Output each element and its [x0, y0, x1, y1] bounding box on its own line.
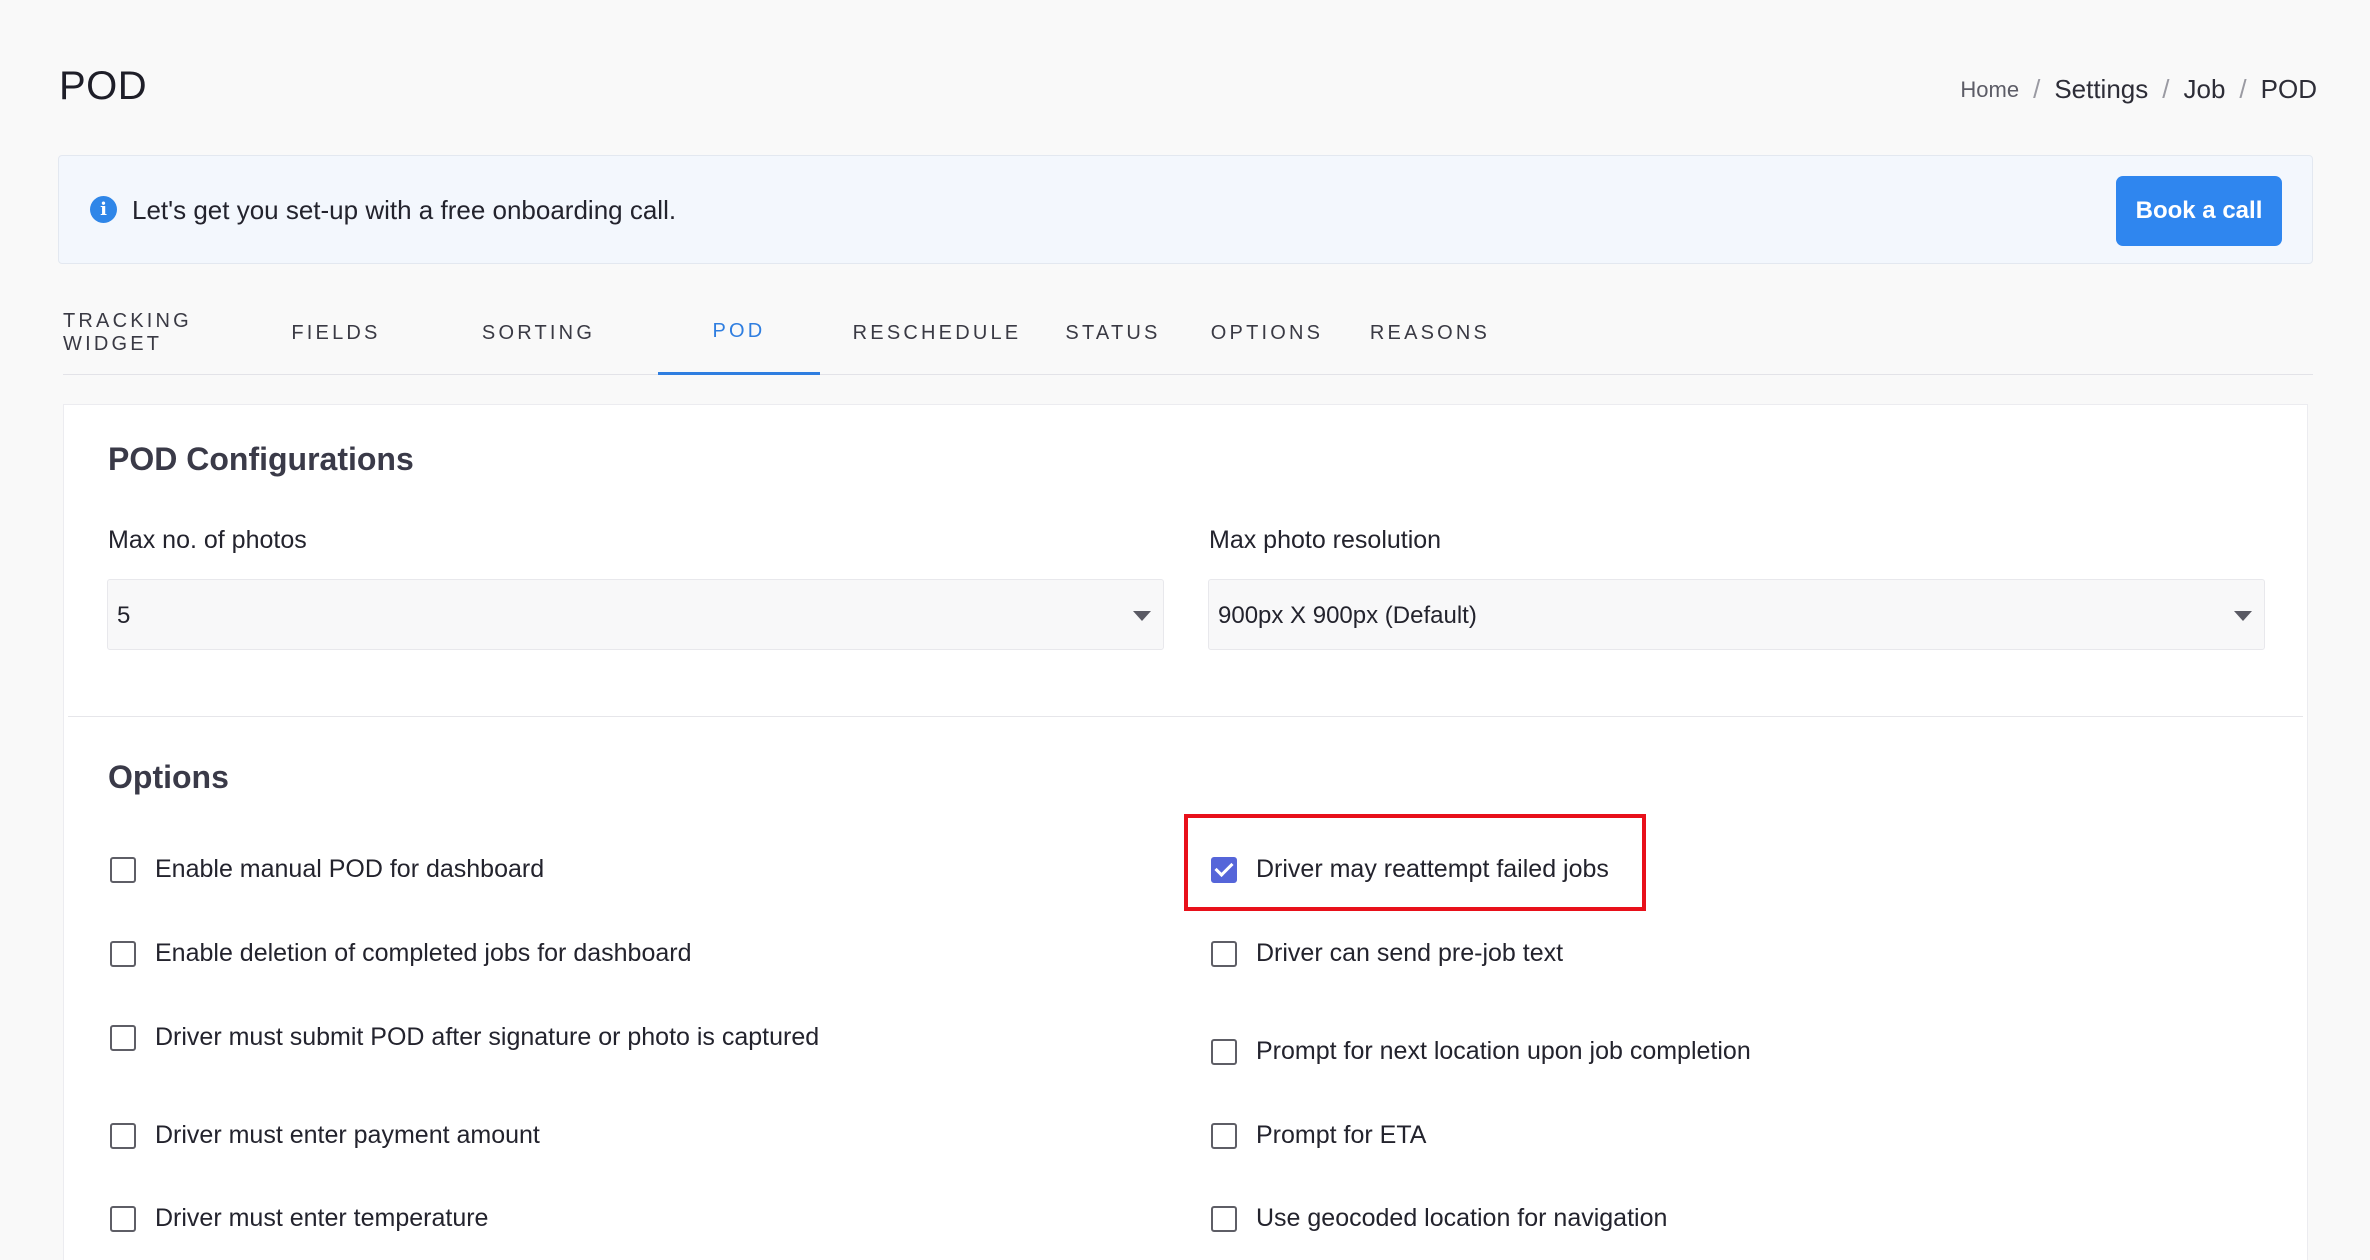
option-label: Driver must enter payment amount — [155, 1121, 540, 1149]
option-label: Prompt for ETA — [1256, 1121, 1427, 1149]
tab-reschedule[interactable]: RESCHEDULE — [844, 291, 1030, 375]
checkbox[interactable] — [1211, 1122, 1237, 1149]
option-label: Prompt for next location upon job comple… — [1256, 1037, 1751, 1065]
checkbox[interactable] — [110, 940, 136, 967]
tab-sorting[interactable]: SORTING — [466, 291, 611, 375]
breadcrumb-settings[interactable]: Settings — [2054, 74, 2148, 105]
checkbox[interactable] — [1211, 1205, 1237, 1232]
option-enable-deletion[interactable]: Enable deletion of completed jobs for da… — [110, 939, 691, 968]
tab-reasons[interactable]: REASONS — [1368, 291, 1492, 375]
section-divider — [68, 716, 2303, 717]
option-must-submit-pod[interactable]: Driver must submit POD after signature o… — [110, 1023, 819, 1052]
caret-down-icon — [1133, 611, 1151, 621]
tab-fields[interactable]: FIELDS — [275, 291, 397, 375]
breadcrumb-job[interactable]: Job — [2184, 74, 2226, 105]
checkbox[interactable] — [110, 856, 136, 883]
max-resolution-value: 900px X 900px (Default) — [1218, 602, 1477, 629]
option-geocoded-location[interactable]: Use geocoded location for navigation — [1211, 1204, 1667, 1233]
option-label: Use geocoded location for navigation — [1256, 1204, 1668, 1232]
book-a-call-button[interactable]: Book a call — [2116, 176, 2282, 246]
option-label: Driver must enter temperature — [155, 1204, 489, 1232]
option-enter-payment[interactable]: Driver must enter payment amount — [110, 1121, 540, 1150]
onboarding-banner: i Let's get you set-up with a free onboa… — [58, 155, 2313, 264]
page: POD Home / Settings / Job / POD i Let's … — [0, 0, 2370, 1260]
banner-text: Let's get you set-up with a free onboard… — [132, 195, 677, 225]
breadcrumb-separator: / — [2162, 74, 2170, 104]
breadcrumb: Home / Settings / Job / POD — [1960, 74, 2317, 105]
pod-configurations-title: POD Configurations — [108, 441, 414, 477]
highlight-box — [1184, 814, 1646, 911]
options-title: Options — [108, 759, 229, 795]
option-pre-job-text[interactable]: Driver can send pre-job text — [1211, 939, 1563, 968]
option-prompt-eta[interactable]: Prompt for ETA — [1211, 1121, 1426, 1150]
option-label: Driver must submit POD after signature o… — [155, 1023, 820, 1051]
max-photos-select[interactable]: 5 — [107, 579, 1164, 650]
breadcrumb-separator: / — [2239, 74, 2247, 104]
page-title: POD — [59, 64, 148, 108]
option-enter-temperature[interactable]: Driver must enter temperature — [110, 1204, 488, 1233]
max-photos-label: Max no. of photos — [108, 526, 307, 554]
checkbox[interactable] — [110, 1122, 136, 1149]
breadcrumb-pod: POD — [2260, 74, 2317, 104]
option-label: Enable manual POD for dashboard — [155, 855, 545, 883]
option-label: Enable deletion of completed jobs for da… — [155, 939, 692, 967]
caret-down-icon — [2234, 611, 2252, 621]
breadcrumb-home[interactable]: Home — [1960, 77, 2019, 103]
tab-status[interactable]: STATUS — [1063, 291, 1163, 375]
option-enable-manual-pod[interactable]: Enable manual POD for dashboard — [110, 855, 544, 884]
option-label: Driver can send pre-job text — [1256, 939, 1564, 967]
max-photos-value: 5 — [117, 602, 131, 629]
tab-tracking-widget[interactable]: TRACKING WIDGET — [63, 291, 203, 375]
checkbox[interactable] — [110, 1024, 136, 1051]
checkbox[interactable] — [1211, 1038, 1237, 1065]
max-resolution-label: Max photo resolution — [1209, 526, 1442, 554]
info-icon: i — [90, 196, 117, 223]
checkbox[interactable] — [1211, 940, 1237, 967]
breadcrumb-separator: / — [2033, 74, 2041, 104]
option-prompt-next-location[interactable]: Prompt for next location upon job comple… — [1211, 1037, 1751, 1066]
max-resolution-select[interactable]: 900px X 900px (Default) — [1208, 579, 2265, 650]
settings-tabs: TRACKING WIDGET FIELDS SORTING POD RESCH… — [63, 291, 2313, 375]
tab-pod[interactable]: POD — [658, 291, 820, 375]
tab-options[interactable]: OPTIONS — [1209, 291, 1325, 375]
checkbox[interactable] — [110, 1205, 136, 1232]
